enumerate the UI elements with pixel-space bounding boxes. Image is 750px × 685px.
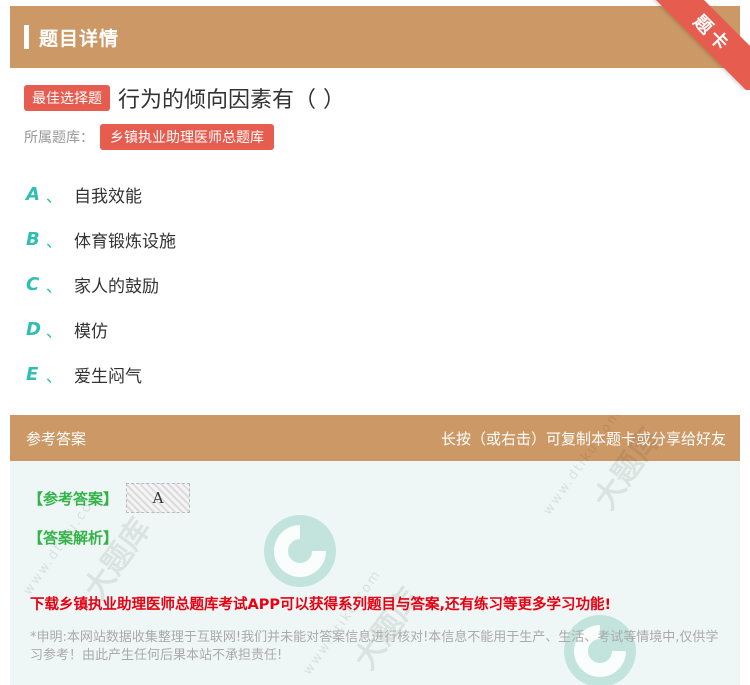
answer-value: A xyxy=(152,489,164,507)
analysis-label: 【答案解析】 xyxy=(28,529,119,547)
watermark-brand: 大题库 xyxy=(77,512,159,606)
disclaimer-text: *申明:本网站数据收集整理于互联网!我们并未能对答案信息进行核对!本信息不能用于… xyxy=(30,630,719,663)
answer-card-header: 参考答案 长按（或右击）可复制本题卡或分享给好友 xyxy=(10,415,740,461)
option-text: 家人的鼓励 xyxy=(74,277,160,297)
header-bar: 题目详情 xyxy=(10,6,740,68)
answer-card-title: 参考答案 xyxy=(26,429,87,448)
options-list: A 、 自我效能 B 、 体育锻炼设施 C 、 家人的鼓励 D 、 模仿 E 、… xyxy=(0,172,750,397)
header-accent-bar xyxy=(24,25,29,49)
top-section: 题目详情 题卡 xyxy=(0,0,750,90)
option-text: 模仿 xyxy=(74,322,109,342)
option-text: 体育锻炼设施 xyxy=(74,232,177,252)
option-b[interactable]: B 、 体育锻炼设施 xyxy=(26,217,750,262)
page-title: 题目详情 xyxy=(39,27,120,50)
question-type-badge: 最佳选择题 xyxy=(24,85,110,111)
bank-label: 所属题库： xyxy=(24,130,94,146)
question-text: 行为的倾向因素有（ ） xyxy=(118,88,345,113)
option-letter: B xyxy=(26,229,40,250)
answer-row: 【参考答案】 A xyxy=(28,483,191,513)
option-separator: 、 xyxy=(46,366,63,386)
option-separator: 、 xyxy=(46,231,63,251)
option-c[interactable]: C 、 家人的鼓励 xyxy=(26,262,750,307)
option-letter: A xyxy=(26,184,40,205)
watermark-logo-icon xyxy=(264,515,336,587)
download-app-promo-link[interactable]: 下载乡镇执业助理医师总题库考试APP可以获得系列题目与答案,还有练习等更多学习功… xyxy=(30,593,611,614)
option-separator: 、 xyxy=(46,186,63,206)
option-d[interactable]: D 、 模仿 xyxy=(26,307,750,352)
option-letter: D xyxy=(26,319,41,340)
question-card-ribbon[interactable]: 题卡 xyxy=(650,0,750,90)
bank-name-badge[interactable]: 乡镇执业助理医师总题库 xyxy=(100,124,274,150)
answer-card[interactable]: 参考答案 长按（或右击）可复制本题卡或分享给好友 大题库 www.dtiku.c… xyxy=(10,415,740,685)
option-letter: E xyxy=(26,364,39,385)
option-text: 爱生闷气 xyxy=(74,367,143,387)
share-hint: 长按（或右击）可复制本题卡或分享给好友 xyxy=(440,429,726,448)
ribbon-label: 题卡 xyxy=(688,11,735,58)
option-e[interactable]: E 、 爱生闷气 xyxy=(26,352,750,397)
answer-label: 【参考答案】 xyxy=(28,489,119,508)
option-separator: 、 xyxy=(46,321,63,341)
option-text: 自我效能 xyxy=(74,187,143,207)
option-a[interactable]: A 、 自我效能 xyxy=(26,172,750,217)
analysis-row: 【答案解析】 xyxy=(28,527,118,548)
question-section: 最佳选择题 行为的倾向因素有（ ） 所属题库： 乡镇执业助理医师总题库 xyxy=(0,82,750,150)
option-letter: C xyxy=(26,274,40,295)
option-separator: 、 xyxy=(46,276,63,296)
answer-value-image: A xyxy=(126,483,191,513)
